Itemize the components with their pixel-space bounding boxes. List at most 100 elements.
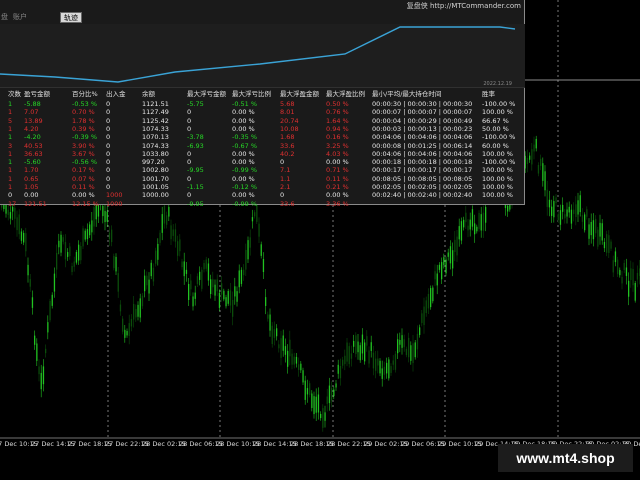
candle-body <box>172 229 174 236</box>
candle-body <box>449 246 452 264</box>
candle-body <box>124 329 126 338</box>
candle-body <box>25 233 27 252</box>
candle-body <box>192 296 194 307</box>
candle-body <box>410 345 412 361</box>
candle-body <box>225 297 227 307</box>
candle-body <box>482 212 485 231</box>
candle-body <box>366 336 368 346</box>
candle-body <box>67 252 69 257</box>
candle-body <box>414 342 416 358</box>
candle-body <box>75 251 78 263</box>
candle-body <box>284 346 287 355</box>
candle-body <box>529 155 531 160</box>
candle-body <box>304 380 306 400</box>
candle-body <box>78 244 80 261</box>
candle-body <box>194 292 196 299</box>
candle-body <box>412 343 414 364</box>
candle-body <box>183 261 185 277</box>
candle-body <box>427 293 430 309</box>
table-cell: -9.95 <box>187 199 204 208</box>
candle-body <box>280 338 282 358</box>
candle-body <box>460 221 463 241</box>
candle-body <box>401 335 403 348</box>
candle-body <box>126 330 128 336</box>
candle-body <box>394 353 397 370</box>
watermark: www.mt4.shop <box>498 444 633 472</box>
candle-body <box>590 221 592 236</box>
candle-body <box>416 333 419 350</box>
candle-body <box>383 366 386 375</box>
candle-body <box>614 251 617 263</box>
candle-body <box>566 209 568 217</box>
candle-body <box>89 224 91 236</box>
candle-body <box>243 269 245 276</box>
header-cell: 盈亏金额 <box>24 90 50 98</box>
candle-body <box>388 359 390 379</box>
candle-body <box>636 272 639 280</box>
candle-body <box>201 269 203 289</box>
candle-body <box>601 223 603 241</box>
candle-body <box>533 144 535 152</box>
candle-body <box>588 224 590 239</box>
candle-body <box>333 389 335 397</box>
tab-account[interactable]: 账户 <box>10 12 36 23</box>
brand-link[interactable]: 复盘侠 http://MTCommander.com <box>407 1 521 11</box>
candle-body <box>36 343 38 361</box>
candle-body <box>29 279 31 287</box>
candle-body <box>313 396 315 415</box>
candle-body <box>216 279 218 292</box>
candle-body <box>203 263 205 270</box>
candle-body <box>273 329 276 338</box>
candle-body <box>298 364 300 370</box>
candle-body <box>276 328 278 337</box>
candle-body <box>20 231 23 241</box>
header-cell: 最小/平均/最大持仓时间 <box>372 90 442 98</box>
candle-body <box>18 214 20 235</box>
candle-body <box>381 368 383 379</box>
candle-body <box>537 164 540 174</box>
candle-body <box>386 362 388 374</box>
candle-body <box>553 201 555 218</box>
candle-body <box>465 212 467 223</box>
candle-body <box>564 214 566 219</box>
candle-body <box>115 256 117 272</box>
candle-body <box>339 365 342 379</box>
candle-body <box>199 271 201 280</box>
candle-body <box>108 232 111 240</box>
candle-body <box>315 396 317 413</box>
candle-body <box>71 265 73 273</box>
candle-body <box>157 243 159 260</box>
candle-body <box>93 207 95 227</box>
candle-body <box>146 275 148 286</box>
candle-body <box>111 229 113 243</box>
candle-body <box>102 205 104 217</box>
candle-body <box>353 340 355 347</box>
candle-body <box>223 290 225 300</box>
candle-body <box>278 344 280 349</box>
candle-body <box>249 237 251 248</box>
candle-body <box>425 300 427 314</box>
candle-body <box>403 339 405 348</box>
candle-body <box>58 240 60 248</box>
candle-body <box>218 292 221 308</box>
candle-body <box>579 195 581 213</box>
candle-body <box>621 276 623 284</box>
candle-body <box>269 314 271 331</box>
candle-body <box>7 209 9 215</box>
tab-trace[interactable]: 轨迹 <box>60 12 82 23</box>
candle-body <box>238 270 240 288</box>
candle-body <box>73 261 75 267</box>
candle-body <box>207 263 210 281</box>
candle-body <box>344 355 346 365</box>
candle-body <box>370 342 372 351</box>
candle-body <box>45 348 47 354</box>
candle-body <box>265 297 267 306</box>
candle-body <box>144 275 146 292</box>
candle-body <box>610 241 612 249</box>
candle-body <box>82 228 84 247</box>
header-cell: 最大浮盈比例 <box>326 90 365 98</box>
candle-body <box>236 291 238 302</box>
candle-body <box>135 308 137 318</box>
candle-body <box>540 158 542 166</box>
candle-body <box>302 370 304 383</box>
